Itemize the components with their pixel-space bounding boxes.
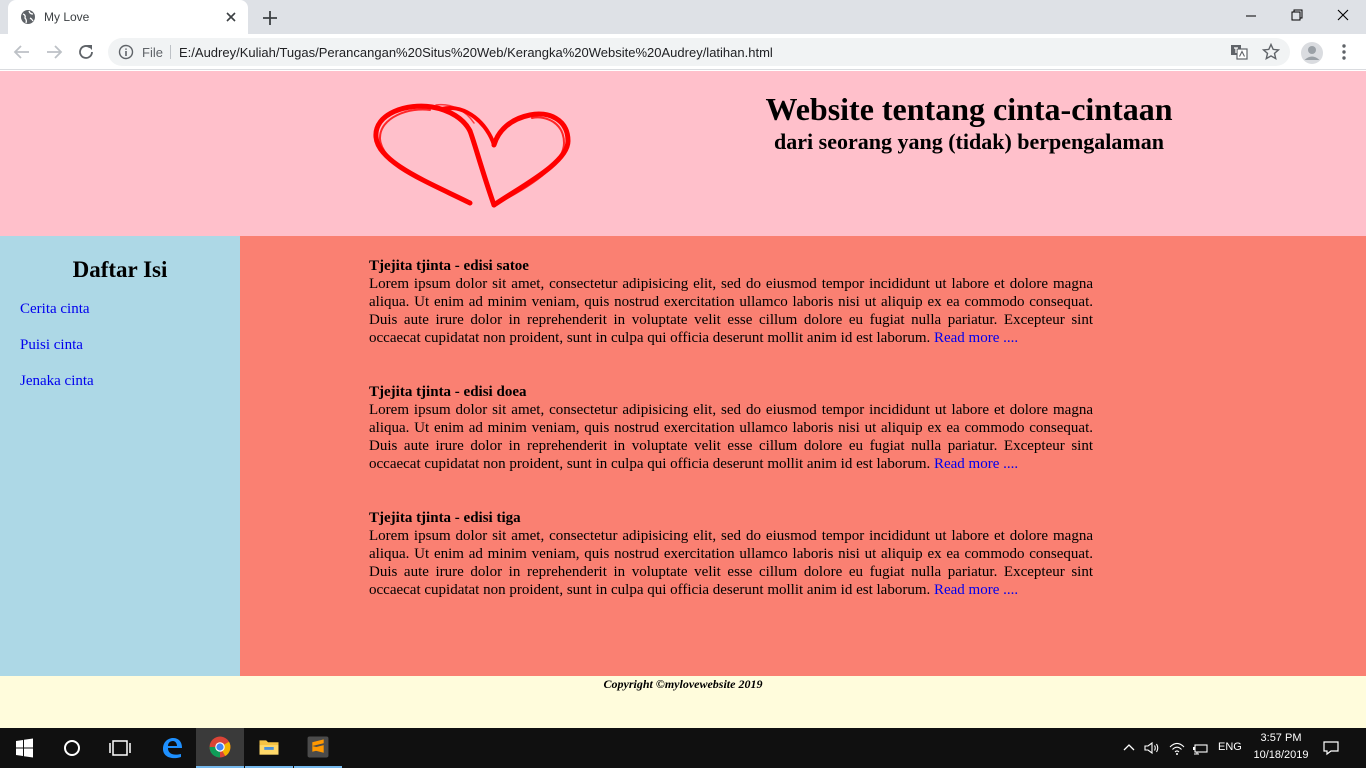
sidebar-heading: Daftar Isi [72,257,168,282]
back-arrow-icon[interactable] [11,41,33,63]
cortana-search-icon[interactable] [48,728,96,768]
article-title: Tjejita tjinta - edisi doea [369,384,527,400]
browser-tab[interactable]: My Love [8,0,248,34]
file-scheme-label: File [142,45,163,60]
clock-date[interactable]: 10/18/2019 [1250,749,1312,761]
tab-title: My Love [44,10,90,24]
info-icon[interactable] [118,44,134,60]
language-indicator[interactable]: ENG [1218,741,1242,753]
read-more-link[interactable]: Read more .... [934,456,1018,472]
windows-taskbar: ENG 3:57 PM 10/18/2019 [0,728,1366,768]
web-page: Website tentang cinta-cintaan dari seora… [0,71,1366,728]
chrome-icon[interactable] [196,728,244,768]
sidebar: Daftar Isi Cerita cinta Puisi cinta Jena… [0,236,240,676]
forward-arrow-icon[interactable] [43,41,65,63]
article: Tjejita tjinta - edisi tiga Lorem ipsum … [369,509,1093,599]
site-header: Website tentang cinta-cintaan dari seora… [0,71,1366,236]
address-separator [170,45,171,59]
volume-icon[interactable] [1143,739,1161,757]
notifications-icon[interactable] [1322,739,1340,757]
close-window-icon[interactable] [1320,0,1366,30]
close-tab-icon[interactable] [222,8,240,26]
read-more-link[interactable]: Read more .... [934,582,1018,598]
article-title: Tjejita tjinta - edisi tiga [369,510,521,526]
windows-start-icon[interactable] [0,728,48,768]
article-title: Tjejita tjinta - edisi satoe [369,258,529,274]
wifi-icon[interactable] [1168,739,1186,757]
chevron-up-icon[interactable] [1120,739,1138,757]
main-content: Tjejita tjinta - edisi satoe Lorem ipsum… [240,236,1366,676]
minimize-icon[interactable] [1228,0,1274,30]
file-explorer-icon[interactable] [245,728,293,768]
globe-icon [21,10,35,24]
sublime-text-icon[interactable] [294,728,342,768]
site-title: Website tentang cinta-cintaan [765,91,1173,127]
restore-icon[interactable] [1274,0,1320,30]
translate-icon[interactable] [1230,43,1248,61]
address-bar[interactable]: File E:/Audrey/Kuliah/Tugas/Perancangan%… [108,38,1290,66]
edge-icon[interactable] [148,728,196,768]
read-more-link[interactable]: Read more .... [934,330,1018,346]
profile-avatar-icon[interactable] [1300,41,1324,65]
browser-tab-strip: My Love [0,0,1366,34]
sidebar-link-puisi-cinta[interactable]: Puisi cinta [20,337,83,354]
browser-toolbar: File E:/Audrey/Kuliah/Tugas/Perancangan%… [0,34,1366,70]
site-footer: Copyright ©mylovewebsite 2019 [0,676,1366,728]
url-text[interactable]: E:/Audrey/Kuliah/Tugas/Perancangan%20Sit… [179,45,773,60]
bookmark-star-icon[interactable] [1262,43,1280,61]
article: Tjejita tjinta - edisi satoe Lorem ipsum… [369,257,1093,347]
hearts-icon [373,103,571,208]
kebab-menu-icon[interactable] [1334,42,1354,62]
copyright-text: Copyright ©mylovewebsite 2019 [603,677,763,691]
battery-icon[interactable] [1191,739,1209,757]
sidebar-link-cerita-cinta[interactable]: Cerita cinta [20,301,90,318]
reload-icon[interactable] [75,41,97,63]
site-subtitle: dari seorang yang (tidak) berpengalaman [774,129,1164,154]
sidebar-link-jenaka-cinta[interactable]: Jenaka cinta [20,373,94,390]
clock-time[interactable]: 3:57 PM [1250,732,1312,744]
new-tab-icon[interactable] [259,7,281,29]
article: Tjejita tjinta - edisi doea Lorem ipsum … [369,383,1093,473]
task-view-icon[interactable] [96,728,144,768]
